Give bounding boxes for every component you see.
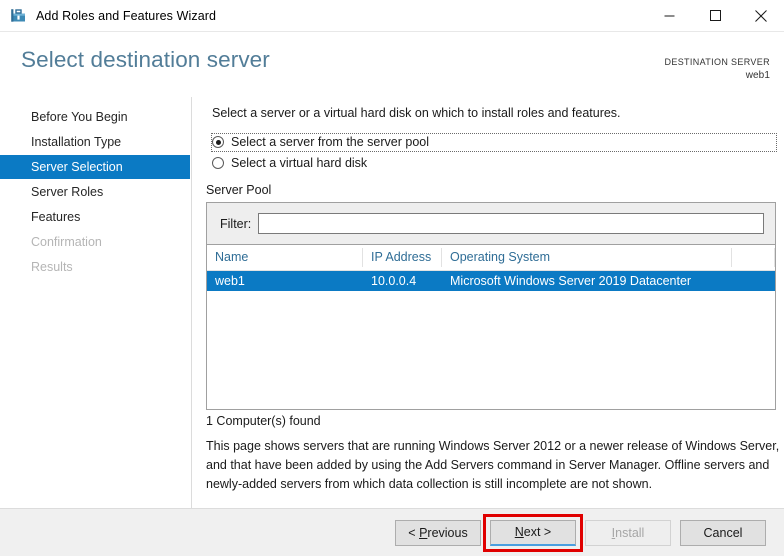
- radio-button-server-pool-icon[interactable]: [212, 136, 224, 148]
- wizard-body: Before You Begin Installation Type Serve…: [0, 97, 784, 508]
- wizard-footer: < Previous Next > Install Cancel: [0, 508, 784, 556]
- sidebar-item-server-roles[interactable]: Server Roles: [0, 180, 191, 204]
- previous-button[interactable]: < Previous: [395, 519, 481, 546]
- server-pool-label: Server Pool: [206, 183, 272, 197]
- server-list-header: Name IP Address Operating System: [207, 245, 775, 271]
- page-title: Select destination server: [21, 47, 270, 72]
- server-pool-panel: Filter: Name IP Address Operating System…: [206, 202, 776, 410]
- destination-server-value: web1: [745, 69, 770, 81]
- page-header: Select destination server DESTINATION SE…: [0, 32, 784, 97]
- cell-operating-system: Microsoft Windows Server 2019 Datacenter: [450, 274, 692, 288]
- sidebar-item-installation-type[interactable]: Installation Type: [0, 130, 191, 154]
- wizard-content: Select a server or a virtual hard disk o…: [193, 97, 784, 508]
- filter-label: Filter:: [220, 216, 252, 231]
- page-description: This page shows servers that are running…: [206, 439, 780, 491]
- next-button-container: Next >: [483, 513, 583, 552]
- cell-ip-address: 10.0.0.4: [371, 274, 417, 288]
- radio-option-server-pool-label: Select a server from the server pool: [231, 135, 429, 149]
- sidebar-item-features[interactable]: Features: [0, 205, 191, 229]
- cell-spacer: [732, 271, 775, 291]
- next-button[interactable]: Next >: [490, 519, 576, 546]
- title-bar: Add Roles and Features Wizard: [0, 0, 784, 32]
- install-button: Install: [585, 519, 671, 546]
- minimize-icon[interactable]: [646, 0, 692, 31]
- column-header-name[interactable]: Name: [207, 248, 363, 267]
- sidebar-item-before-you-begin[interactable]: Before You Begin: [0, 105, 191, 129]
- destination-server-block: DESTINATION SERVER web1: [665, 57, 771, 82]
- server-list[interactable]: Name IP Address Operating System web1 10…: [207, 245, 775, 409]
- intro-text: Select a server or a virtual hard disk o…: [212, 106, 621, 120]
- table-row[interactable]: web1 10.0.0.4 Microsoft Windows Server 2…: [207, 271, 775, 291]
- radio-option-virtual-hard-disk-label: Select a virtual hard disk: [231, 156, 368, 170]
- window-controls: [646, 0, 784, 31]
- radio-focus-outline: Select a server from the server pool: [211, 132, 777, 152]
- radio-button-virtual-hard-disk-icon[interactable]: [212, 157, 224, 169]
- install-button-label: Install: [611, 525, 645, 540]
- wizard-navigation-sidebar: Before You Begin Installation Type Serve…: [0, 97, 192, 508]
- wizard-toolbox-icon: [10, 7, 27, 24]
- filter-bar: Filter:: [207, 203, 775, 245]
- cancel-button[interactable]: Cancel: [680, 519, 766, 546]
- radio-option-server-pool[interactable]: Select a server from the server pool: [211, 132, 777, 152]
- window-title: Add Roles and Features Wizard: [36, 8, 217, 23]
- cell-server-name: web1: [215, 274, 245, 288]
- previous-button-label: < Previous: [408, 525, 468, 540]
- sidebar-item-results: Results: [31, 260, 73, 274]
- maximize-icon[interactable]: [692, 0, 738, 31]
- close-icon[interactable]: [738, 0, 784, 31]
- sidebar-item-server-selection[interactable]: Server Selection: [0, 155, 190, 179]
- column-header-spacer: [732, 248, 775, 267]
- column-header-operating-system[interactable]: Operating System: [442, 248, 732, 267]
- column-header-ip-address[interactable]: IP Address: [363, 248, 442, 267]
- destination-server-label: DESTINATION SERVER: [664, 57, 770, 67]
- radio-option-virtual-hard-disk[interactable]: Select a virtual hard disk: [212, 154, 367, 172]
- filter-input[interactable]: [258, 213, 764, 234]
- next-button-label: Next >: [514, 525, 552, 539]
- sidebar-item-confirmation: Confirmation: [31, 235, 102, 249]
- computers-found-text: 1 Computer(s) found: [206, 414, 321, 428]
